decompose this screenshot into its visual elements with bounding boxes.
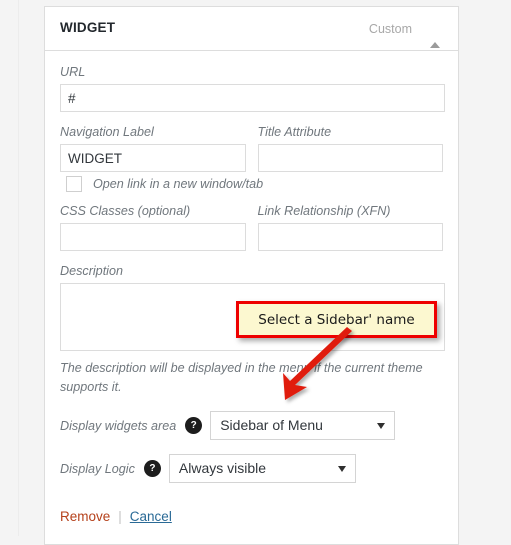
panel-header[interactable]: WIDGET Custom: [45, 7, 458, 51]
panel-title: WIDGET: [60, 20, 116, 35]
collapse-triangle-up-icon[interactable]: [430, 25, 442, 48]
chevron-down-icon: [337, 466, 346, 472]
css-classes-field-group: CSS Classes (optional): [60, 204, 246, 251]
url-label: URL: [60, 65, 86, 79]
display-logic-select[interactable]: Always visible: [168, 454, 356, 483]
url-field-group: URL: [60, 65, 445, 112]
link-relationship-label: Link Relationship (XFN): [257, 204, 391, 218]
panel-actions: Remove | Cancel: [60, 509, 443, 524]
chevron-down-icon: [377, 423, 386, 429]
question-mark-icon[interactable]: ?: [143, 460, 161, 477]
link-relationship-input[interactable]: [257, 223, 443, 251]
description-label: Description: [60, 264, 123, 278]
title-attribute-field-group: Title Attribute: [257, 125, 443, 172]
display-widgets-area-label: Display widgets area: [60, 418, 177, 433]
title-attribute-input[interactable]: [257, 144, 443, 172]
panel-item-type-label: Custom: [368, 22, 412, 36]
navigation-label-field-group: Navigation Label: [60, 125, 246, 172]
menu-item-edit-panel: WIDGET Custom URL Navigation Label Title…: [44, 6, 459, 545]
css-classes-label: CSS Classes (optional): [60, 204, 191, 218]
display-widgets-area-row: Display widgets area ? Sidebar of Menu: [60, 411, 443, 440]
description-field-group: Description: [60, 264, 445, 351]
open-new-tab-label: Open link in a new window/tab: [93, 177, 264, 191]
page-background: WIDGET Custom URL Navigation Label Title…: [0, 0, 511, 545]
description-textarea[interactable]: [60, 283, 445, 351]
title-attribute-label: Title Attribute: [257, 125, 332, 139]
display-logic-selected-value: Always visible: [178, 460, 267, 476]
display-widgets-area-selected-value: Sidebar of Menu: [220, 417, 323, 433]
open-new-tab-checkbox[interactable]: [66, 176, 82, 192]
css-xfn-row: CSS Classes (optional) Link Relationship…: [60, 204, 443, 251]
description-help-text: The description will be displayed in the…: [60, 361, 423, 394]
question-mark-icon[interactable]: ?: [185, 417, 203, 434]
display-logic-label: Display Logic: [60, 461, 135, 476]
display-logic-row: Display Logic ? Always visible: [60, 454, 443, 483]
link-relationship-field-group: Link Relationship (XFN): [257, 204, 443, 251]
display-widgets-area-select[interactable]: Sidebar of Menu: [210, 411, 396, 440]
url-input[interactable]: [60, 84, 445, 112]
page-left-gutter: [0, 0, 19, 536]
cancel-button[interactable]: Cancel: [130, 509, 172, 524]
actions-separator: |: [118, 509, 122, 524]
panel-body: URL Navigation Label Title Attribute Ope…: [45, 51, 458, 544]
open-new-tab-row: Open link in a new window/tab: [60, 176, 443, 192]
navigation-label-input[interactable]: [60, 144, 246, 172]
css-classes-input[interactable]: [60, 223, 246, 251]
label-attribute-row: Navigation Label Title Attribute: [60, 125, 443, 172]
navigation-label-label: Navigation Label: [60, 125, 154, 139]
remove-button[interactable]: Remove: [60, 509, 110, 524]
